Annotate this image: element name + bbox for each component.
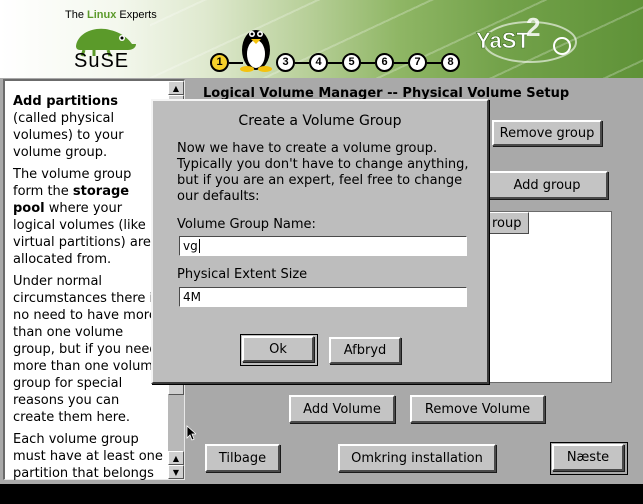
volume-group-table[interactable]: roup — [484, 211, 612, 383]
next-button[interactable]: Næste — [552, 444, 624, 471]
dialog-description: Now we have to create a volume group. Ty… — [177, 141, 469, 204]
step-4: 4 — [309, 52, 342, 72]
dialog-title: Create a Volume Group — [238, 113, 402, 129]
header-banner: The Linux Experts SuSE 1 2 3 4 5 6 7 8 — [0, 0, 643, 78]
step-5: 5 — [342, 52, 375, 72]
about-installation-button[interactable]: Omkring installation — [338, 444, 496, 472]
svg-text:2: 2 — [526, 12, 540, 42]
step-7: 7 — [408, 52, 441, 72]
step-indicator: 1 2 3 4 5 6 7 8 — [210, 51, 474, 73]
scroll-up-button[interactable]: ▲ — [168, 81, 184, 95]
table-header[interactable]: roup — [485, 212, 529, 234]
create-volume-group-dialog: Create a Volume Group Now we have to cre… — [151, 99, 489, 384]
help-heading: Add partitions — [13, 94, 118, 109]
vg-name-input[interactable]: vg — [179, 236, 467, 256]
help-text: Add partitions (called physical volumes)… — [13, 93, 163, 504]
ok-button[interactable]: Ok — [242, 336, 314, 362]
remove-group-button[interactable]: Remove group — [492, 120, 602, 146]
pe-size-label: Physical Extent Size — [177, 267, 308, 282]
step-6: 6 — [375, 52, 408, 72]
next-button-frame: Næste — [550, 442, 628, 475]
add-volume-button[interactable]: Add Volume — [289, 395, 395, 423]
help-paragraph-3: Under normal circumstances there is no n… — [13, 274, 161, 425]
back-button[interactable]: Tilbage — [205, 444, 280, 472]
tagline: The Linux Experts — [65, 9, 157, 21]
scroll-up-arrow-bottom[interactable]: ▲ — [168, 451, 184, 465]
suse-wordmark: SuSE — [74, 50, 130, 72]
remove-volume-button[interactable]: Remove Volume — [410, 395, 545, 423]
scroll-down-button[interactable]: ▼ — [168, 465, 184, 479]
yast-window: The Linux Experts SuSE 1 2 3 4 5 6 7 8 — [0, 0, 643, 498]
ok-button-frame: Ok — [240, 334, 318, 366]
vg-name-label: Volume Group Name: — [177, 217, 316, 232]
cancel-button[interactable]: Afbryd — [329, 337, 401, 364]
help-paragraph-1: (called physical volumes) to your volume… — [13, 111, 124, 160]
step-1: 1 — [210, 52, 243, 72]
yast2-logo: YaST 2 — [476, 12, 577, 63]
text-cursor — [198, 239, 200, 253]
pe-size-input[interactable]: 4M — [179, 287, 467, 307]
step-3: 3 — [276, 52, 309, 72]
mouse-pointer-icon — [186, 425, 196, 441]
svg-text:YaST: YaST — [476, 28, 530, 53]
help-paragraph-4: Each volume group must have at least one… — [13, 432, 163, 498]
step-8: 8 — [441, 52, 460, 72]
add-group-button[interactable]: Add group — [486, 171, 608, 199]
